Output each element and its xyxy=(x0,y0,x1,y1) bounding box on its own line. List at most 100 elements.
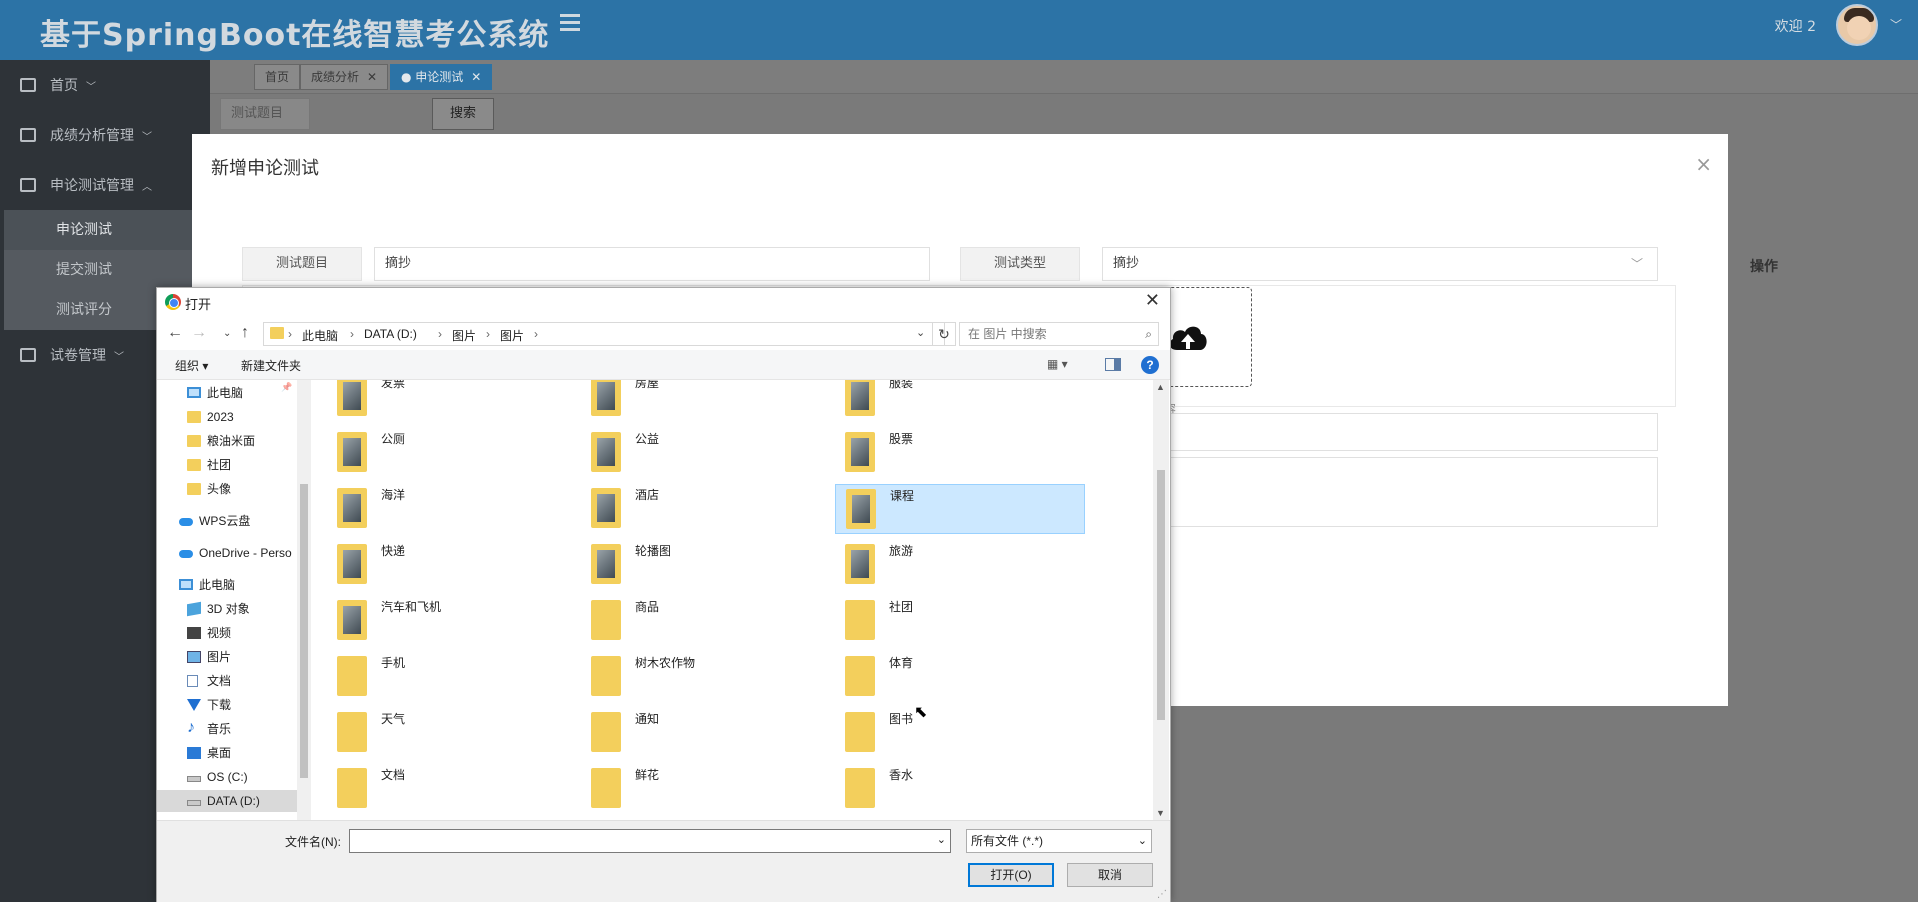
view-options-icon[interactable]: ▦ ▾ xyxy=(1047,357,1068,371)
nav-item[interactable]: DATA (D:) xyxy=(157,790,297,812)
nav-item[interactable]: 此电脑 xyxy=(157,574,297,596)
chevron-down-icon[interactable]: ⌄ xyxy=(916,326,925,339)
filename-input[interactable]: ⌄ xyxy=(349,829,951,853)
folder-item[interactable]: 树木农作物 xyxy=(581,652,831,702)
nav-item[interactable]: 音乐 xyxy=(157,717,297,740)
scroll-up-icon[interactable]: ▲ xyxy=(1156,382,1165,392)
nav-item[interactable]: 此电脑 xyxy=(157,382,297,404)
nav-item-label: WPS云盘 xyxy=(199,514,251,528)
test-title-input[interactable]: 摘抄 xyxy=(374,247,930,281)
close-icon[interactable]: × xyxy=(1695,152,1712,176)
sidebar-item-home[interactable]: 首页 ﹀ xyxy=(0,60,210,110)
folder-icon xyxy=(845,544,875,584)
recent-chevron-icon[interactable]: ⌄ xyxy=(223,328,231,339)
test-type-select[interactable]: 摘抄 ﹀ xyxy=(1102,247,1658,281)
download-icon xyxy=(187,699,201,711)
folder-item[interactable]: 手机 xyxy=(327,652,577,702)
nav-item[interactable]: 视频 xyxy=(157,622,297,644)
up-arrow-icon[interactable]: ↑ xyxy=(241,324,249,342)
folder-item[interactable]: 天气 xyxy=(327,708,577,758)
avatar[interactable] xyxy=(1836,4,1878,46)
menu-toggle-icon[interactable] xyxy=(560,14,580,34)
nav-item[interactable]: 桌面 xyxy=(157,742,297,764)
folder-icon xyxy=(187,483,201,495)
folder-item[interactable]: 鲜花 xyxy=(581,764,831,814)
folder-item[interactable]: 公厕 xyxy=(327,428,577,478)
folder-item[interactable]: 海洋 xyxy=(327,484,577,534)
folder-item[interactable]: 房屋 xyxy=(581,380,831,422)
refresh-icon[interactable]: ↻ xyxy=(932,322,956,346)
cancel-button[interactable]: 取消 xyxy=(1067,863,1153,887)
folder-item[interactable]: 旅游 xyxy=(835,540,1085,590)
folder-item[interactable]: 社团 xyxy=(835,596,1085,646)
folder-item[interactable]: 香水 xyxy=(835,764,1085,814)
breadcrumb-data-drive[interactable]: DATA (D:) xyxy=(364,327,417,341)
open-button[interactable]: 打开(O) xyxy=(968,863,1054,887)
new-folder-button[interactable]: 新建文件夹 xyxy=(241,357,301,374)
nav-item[interactable]: 图片 xyxy=(157,646,297,668)
folder-item[interactable]: 商品 xyxy=(581,596,831,646)
folder-item[interactable]: 通知 xyxy=(581,708,831,758)
nav-item[interactable]: 下载 xyxy=(157,694,297,716)
folder-name: 图书 xyxy=(889,712,914,726)
dialog-titlebar[interactable]: 打开 ✕ xyxy=(157,288,1170,316)
help-icon[interactable]: ? xyxy=(1141,356,1159,374)
organize-button[interactable]: 组织 ▾ xyxy=(175,357,208,374)
file-type-select[interactable]: 所有文件 (*.*) ⌄ xyxy=(966,829,1152,853)
breadcrumb-pictures[interactable]: 图片 xyxy=(452,327,476,344)
scroll-down-icon[interactable]: ▼ xyxy=(1156,808,1165,818)
folder-item[interactable]: 图书 xyxy=(835,708,1085,758)
close-icon[interactable]: ✕ xyxy=(471,70,481,84)
folder-item[interactable]: 体育 xyxy=(835,652,1085,702)
sidebar-item-essay-test[interactable]: 申论测试管理 ︿ xyxy=(0,160,210,210)
folder-item[interactable]: 课程 xyxy=(835,484,1085,534)
breadcrumb-pictures-sub[interactable]: 图片 xyxy=(500,327,524,344)
content-textarea[interactable] xyxy=(1112,457,1658,527)
folder-name: 手机 xyxy=(381,656,406,670)
nav-item[interactable]: 头像 xyxy=(157,478,297,500)
folder-item[interactable]: 快递 xyxy=(327,540,577,590)
folder-item[interactable]: 汽车和飞机 xyxy=(327,596,577,646)
sidebar-item-score-analysis[interactable]: 成绩分析管理 ﹀ xyxy=(0,110,210,160)
breadcrumb-this-pc[interactable]: 此电脑 xyxy=(302,327,338,344)
nav-item[interactable]: OS (C:) xyxy=(157,766,297,788)
search-button[interactable]: 搜索 xyxy=(432,98,494,130)
folder-item[interactable]: 轮播图 xyxy=(581,540,831,590)
search-input[interactable]: 在 图片 中搜索 ⌕ xyxy=(959,322,1159,346)
sidebar-subitem-submit-test[interactable]: 提交测试 xyxy=(4,250,210,290)
folder-item[interactable]: 公益 xyxy=(581,428,831,478)
chevron-down-icon[interactable]: ﹀ xyxy=(1890,16,1902,33)
resize-grip-icon[interactable]: ⋰ xyxy=(1157,889,1167,900)
nav-item[interactable]: 文档 xyxy=(157,670,297,692)
nav-item[interactable]: OneDrive - Perso xyxy=(157,542,297,564)
address-bar[interactable]: › 此电脑 › DATA (D:) › 图片 › 图片 › ⌄ xyxy=(263,322,945,346)
nav-item[interactable]: 社团 xyxy=(157,454,297,476)
search-input[interactable]: 测试题目 xyxy=(220,98,310,130)
folder-item[interactable]: 股票 xyxy=(835,428,1085,478)
back-arrow-icon[interactable]: ← xyxy=(167,324,183,342)
nav-item[interactable]: 粮油米面 xyxy=(157,430,297,452)
folder-item[interactable]: 文档 xyxy=(327,764,577,814)
close-icon[interactable]: ✕ xyxy=(1145,290,1160,311)
tab-home[interactable]: 首页 xyxy=(254,64,301,90)
folder-item[interactable]: 发票 xyxy=(327,380,577,422)
tab-essay-test[interactable]: ● 申论测试 ✕ xyxy=(390,64,493,90)
desktop-icon xyxy=(187,747,201,759)
file-list-scrollbar[interactable]: ▲ ▼ xyxy=(1153,380,1169,820)
folder-item[interactable]: 服装 xyxy=(835,380,1085,422)
preview-pane-icon[interactable] xyxy=(1105,358,1121,371)
tab-label: ● 申论测试 xyxy=(401,70,464,84)
text-input[interactable] xyxy=(1112,413,1658,451)
tab-score-analysis[interactable]: 成绩分析 ✕ xyxy=(300,64,389,90)
scrollbar-thumb[interactable] xyxy=(300,484,308,778)
nav-item[interactable]: WPS云盘 xyxy=(157,510,297,532)
nav-item[interactable]: 3D 对象 xyxy=(157,598,297,620)
close-icon[interactable]: ✕ xyxy=(367,70,377,84)
scrollbar-thumb[interactable] xyxy=(1157,470,1165,720)
sidebar-subitem-essay-test[interactable]: 申论测试 xyxy=(4,210,210,250)
chevron-down-icon[interactable]: ⌄ xyxy=(937,833,946,846)
nav-item[interactable]: 2023 xyxy=(157,406,297,428)
folder-item[interactable]: 酒店 xyxy=(581,484,831,534)
forward-arrow-icon[interactable]: → xyxy=(191,324,207,342)
navigation-scrollbar[interactable] xyxy=(297,380,311,820)
